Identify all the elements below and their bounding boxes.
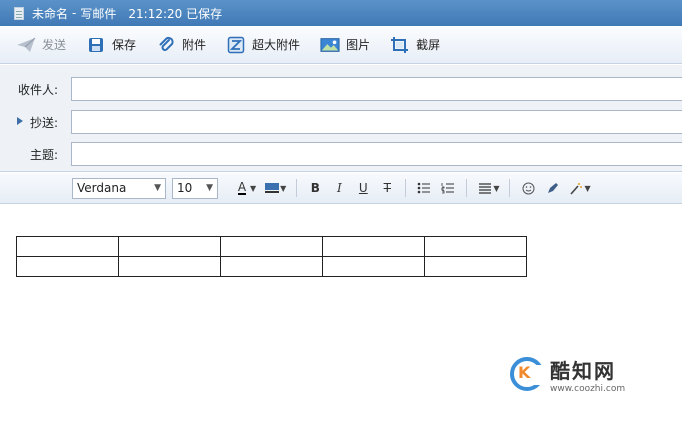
insert-image-button-label: 图片	[346, 38, 371, 52]
table-cell[interactable]	[424, 236, 527, 257]
header-fields: 收件人: 抄送: 主题:	[0, 65, 682, 172]
large-file-icon	[226, 36, 246, 54]
font-size-select[interactable]: 10 ▼	[172, 177, 218, 199]
to-row: 收件人:	[0, 76, 682, 102]
cc-input[interactable]	[71, 110, 682, 134]
window-titlebar: 未命名 - 写邮件 21:12:20 已保存	[0, 0, 682, 26]
font-size-value: 10	[177, 181, 193, 195]
italic-button[interactable]: I	[327, 177, 351, 199]
large-attachment-button[interactable]: 超大附件	[226, 32, 300, 58]
bold-button[interactable]: B	[303, 177, 327, 199]
table-row	[16, 256, 527, 277]
screenshot-button-label: 截屏	[416, 38, 441, 52]
underline-icon: U	[358, 181, 368, 195]
send-button-label: 发送	[42, 38, 67, 52]
table-cell[interactable]	[220, 236, 323, 257]
numbered-list-icon	[441, 183, 455, 194]
compose-toolbar: 发送 保存 附件 超大附件 图片 截屏	[0, 26, 682, 64]
watermark-text: 酷知网 www.coozhi.com	[550, 355, 625, 394]
paper-plane-icon	[16, 36, 36, 54]
watermark-url: www.coozhi.com	[550, 383, 626, 394]
numbered-list-button[interactable]	[436, 177, 460, 199]
table-cell[interactable]	[16, 236, 119, 257]
table-cell[interactable]	[322, 236, 425, 257]
font-color-dropdown-icon[interactable]: ▼	[250, 184, 256, 193]
toolbar-divider	[466, 179, 468, 197]
bulleted-list-icon	[418, 182, 431, 194]
table-cell[interactable]	[424, 256, 527, 277]
send-button[interactable]: 发送	[16, 32, 66, 58]
highlight-dropdown-icon[interactable]: ▼	[280, 184, 286, 193]
watermark: K 酷知网 www.coozhi.com	[510, 346, 658, 402]
large-attachment-button-label: 超大附件	[252, 38, 301, 52]
font-family-value: Verdana	[77, 181, 127, 195]
table-row	[16, 236, 527, 257]
insert-image-button[interactable]: 图片	[320, 32, 370, 58]
subject-row: 主题:	[0, 141, 682, 167]
document-icon	[14, 6, 24, 20]
toolbar-divider	[405, 179, 407, 197]
toolbar-divider	[509, 179, 511, 197]
cc-expand-icon[interactable]	[17, 117, 23, 125]
align-dropdown-icon[interactable]: ▼	[493, 184, 499, 193]
toolbar-divider	[296, 179, 298, 197]
table-cell[interactable]	[16, 256, 119, 277]
attachment-button[interactable]: 附件	[156, 32, 206, 58]
signature-button[interactable]	[540, 177, 564, 199]
saved-status: 21:12:20 已保存	[128, 6, 223, 21]
bold-icon: B	[310, 181, 320, 195]
to-label: 收件人:	[17, 82, 58, 97]
save-button[interactable]: 保存	[86, 32, 136, 58]
attachment-button-label: 附件	[182, 38, 207, 52]
table-cell[interactable]	[322, 256, 425, 277]
cc-label: 抄送:	[29, 115, 58, 130]
window-title-separator: -	[72, 6, 77, 20]
window-title-docname: 未命名	[32, 6, 69, 21]
magic-wand-icon	[570, 182, 583, 195]
table-cell[interactable]	[220, 256, 323, 277]
inserted-table[interactable]	[16, 236, 527, 277]
align-icon	[479, 183, 492, 194]
chevron-down-icon: ▼	[154, 183, 161, 193]
emoji-button[interactable]	[516, 177, 540, 199]
underline-button[interactable]: U	[351, 177, 375, 199]
save-button-label: 保存	[112, 38, 137, 52]
subject-label: 主题:	[29, 147, 58, 162]
strikethrough-icon: T	[383, 181, 391, 195]
font-family-select[interactable]: Verdana ▼	[72, 177, 166, 199]
paperclip-icon	[156, 36, 176, 54]
table-cell[interactable]	[118, 256, 221, 277]
window-title-mode: 写邮件	[80, 6, 117, 21]
bulleted-list-button[interactable]	[412, 177, 436, 199]
strikethrough-button[interactable]: T	[375, 177, 399, 199]
to-input[interactable]	[71, 77, 682, 101]
smiley-icon	[522, 182, 535, 194]
floppy-disk-icon	[86, 36, 106, 54]
cc-row: 抄送:	[0, 109, 682, 135]
watermark-name: 酷知网	[550, 358, 616, 383]
coozhi-logo-icon: K	[510, 357, 545, 391]
chevron-down-icon: ▼	[206, 183, 213, 193]
image-icon	[320, 36, 340, 54]
pen-icon	[547, 182, 558, 193]
font-color-icon: A	[237, 180, 247, 195]
screenshot-button[interactable]: 截屏	[390, 32, 440, 58]
subject-input[interactable]	[71, 142, 682, 166]
coozhi-logo-letter: K	[518, 363, 531, 382]
highlight-icon	[265, 183, 280, 193]
italic-icon: I	[336, 181, 342, 195]
crop-icon	[390, 36, 410, 54]
table-cell[interactable]	[118, 236, 221, 257]
magic-wand-dropdown-icon[interactable]: ▼	[584, 184, 590, 193]
formatting-toolbar: Verdana ▼ 10 ▼ A ▼ ▼ B I U T ▼ ▼	[0, 173, 682, 204]
